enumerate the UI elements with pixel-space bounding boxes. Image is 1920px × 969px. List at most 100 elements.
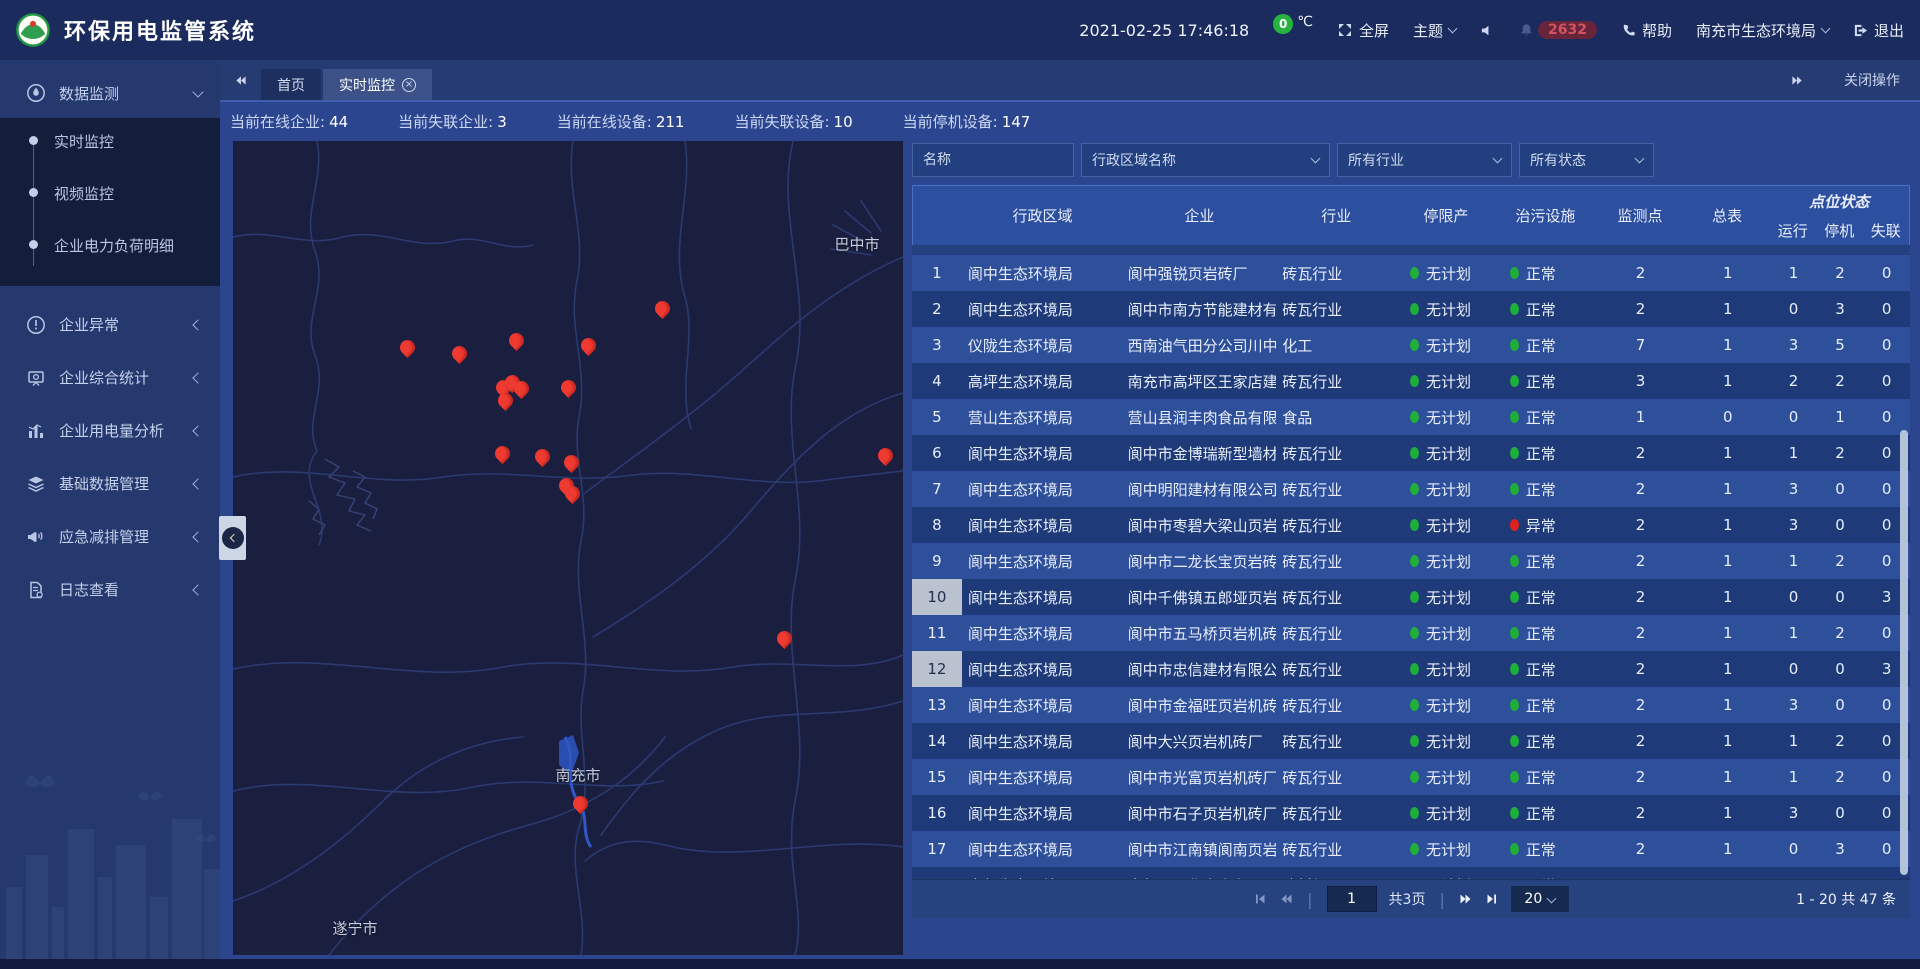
industry-filter-select[interactable]: 所有行业 [1337,143,1512,177]
close-operations-button[interactable]: 关闭操作 [1844,70,1900,90]
cell-plan: 无计划 [1426,587,1471,608]
chevron-left-icon [192,372,203,383]
last-page-icon [1485,892,1499,906]
cell-monitor: 2 [1596,831,1686,867]
table-row[interactable]: 12 阆中生态环境局 阆中市忠信建材有限公 砖瓦行业 无计划 正常 2 1 0 … [912,651,1910,687]
sidebar-item-enterprise-statistics[interactable]: 企业综合统计 [0,351,220,404]
cell-monitor: 2 [1596,255,1686,291]
sidebar-submenu-label: 视频监控 [54,183,114,204]
tab-home[interactable]: 首页 [261,69,321,100]
chevron-down-icon [1493,153,1503,163]
page-number-input[interactable] [1327,886,1377,912]
name-filter-input[interactable] [912,143,1074,177]
last-page-button[interactable] [1485,892,1499,906]
cell-stop: 2 [1817,255,1864,291]
sidebar-item-electricity-analysis[interactable]: 企业用电量分析 [0,404,220,457]
cell-company: 阆中千佛镇五郎垭页岩 [1122,579,1277,615]
fullscreen-button[interactable]: 全屏 [1337,20,1389,41]
row-index: 11 [912,615,962,651]
plan-status-dot [1410,303,1419,315]
org-dropdown[interactable]: 南充市生态环境局 [1696,20,1829,41]
cell-stop: 0 [1817,795,1864,831]
sidebar-submenu-item[interactable]: 视频监控 [0,176,220,228]
tab-close-icon[interactable]: × [402,78,416,92]
table-row[interactable]: 1 阆中生态环境局 阆中强锐页岩砖厂 砖瓦行业 无计划 正常 2 1 1 2 0 [912,255,1910,291]
table-row[interactable]: 10 阆中生态环境局 阆中千佛镇五郎垭页岩 砖瓦行业 无计划 正常 2 1 0 … [912,579,1910,615]
sidebar-submenu-item[interactable]: 实时监控 [0,124,220,176]
status-metric: 当前停机设备:147 [903,111,1031,132]
sidebar-item-enterprise-abnormal[interactable]: 企业异常 [0,298,220,351]
cell-industry: 砖瓦行业 [1276,687,1396,723]
next-page-button[interactable] [1459,892,1473,906]
mute-button[interactable] [1480,23,1495,38]
map-panel[interactable]: 巴中市南充市遂宁市 [233,141,903,955]
table-row[interactable]: 6 阆中生态环境局 阆中市金博瑞新型墙材 砖瓦行业 无计划 正常 2 1 1 2… [912,435,1910,471]
cell-stop: 2 [1817,435,1864,471]
table-row[interactable]: 14 阆中生态环境局 阆中大兴页岩机砖厂 砖瓦行业 无计划 正常 2 1 1 2… [912,723,1910,759]
notifications-button[interactable]: 2632 [1519,21,1597,39]
sidebar-item-basic-data[interactable]: 基础数据管理 [0,457,220,510]
table-row[interactable]: 16 阆中生态环境局 阆中市石子页岩机砖厂 砖瓦行业 无计划 正常 2 1 3 … [912,795,1910,831]
cell-plan: 无计划 [1426,371,1471,392]
notification-count-badge: 2632 [1538,21,1597,39]
sidebar-item-emergency-reduction[interactable]: 应急减排管理 [0,510,220,563]
tabs-scroll-right-button[interactable] [1777,60,1818,100]
app-title: 环保用电监管系统 [64,14,256,46]
theme-dropdown[interactable]: 主题 [1413,20,1456,41]
app-logo [16,13,50,47]
page-size-select[interactable]: 20 [1511,886,1569,912]
sidebar-item-log-view[interactable]: 日志查看 [0,563,220,616]
first-page-button[interactable] [1253,892,1267,906]
chevron-down-icon [1635,153,1645,163]
cell-company: 阆中大兴页岩机砖厂 [1122,723,1277,759]
cell-run: 3 [1770,795,1817,831]
cell-facility: 正常 [1526,839,1556,860]
double-left-arrow-icon [234,74,247,87]
status-metric: 当前在线企业:44 [230,111,348,132]
cell-region: 阆中生态环境局 [962,687,1122,723]
facility-status-dot [1510,735,1519,747]
cell-plan: 无计划 [1426,695,1471,716]
cell-stop: 1 [1817,399,1864,435]
cell-industry: 砖瓦行业 [1276,723,1396,759]
sidebar-item-data-monitoring[interactable]: 数据监测 [0,68,220,118]
table-row[interactable]: 13 阆中生态环境局 阆中市金福旺页岩机砖 砖瓦行业 无计划 正常 2 1 3 … [912,687,1910,723]
chevron-down-icon [1547,893,1557,903]
table-row[interactable]: 11 阆中生态环境局 阆中市五马桥页岩机砖 砖瓦行业 无计划 正常 2 1 1 … [912,615,1910,651]
plan-status-dot [1410,699,1419,711]
footer-strip [0,959,1920,969]
cell-run: 1 [1770,615,1817,651]
cell-region: 阆中生态环境局 [962,651,1122,687]
cell-meter: 1 [1685,255,1770,291]
table-row[interactable]: 15 阆中生态环境局 阆中市光富页岩机砖厂 砖瓦行业 无计划 正常 2 1 1 … [912,759,1910,795]
cell-region: 阆中生态环境局 [962,507,1122,543]
cell-company: 营山县润丰肉食品有限 [1122,399,1277,435]
table-row[interactable]: 4 高坪生态环境局 南充市高坪区王家店建 砖瓦行业 无计划 正常 3 1 2 2… [912,363,1910,399]
table-row[interactable]: 17 阆中生态环境局 阆中市江南镇阆南页岩 砖瓦行业 无计划 正常 2 1 0 … [912,831,1910,867]
table-row[interactable]: 8 阆中生态环境局 阆中市枣碧大梁山页岩 砖瓦行业 无计划 异常 2 1 3 0… [912,507,1910,543]
tab-realtime-monitoring[interactable]: 实时监控 × [323,69,432,100]
table-row[interactable]: 2 阆中生态环境局 阆中市南方节能建材有 砖瓦行业 无计划 正常 2 1 0 3… [912,291,1910,327]
cell-stop: 0 [1817,471,1864,507]
cell-plan: 无计划 [1426,731,1471,752]
table-row[interactable]: 3 仪陇生态环境局 西南油气田分公司川中 化工 无计划 正常 7 1 3 5 0 [912,327,1910,363]
status-filter-select[interactable]: 所有状态 [1519,143,1654,177]
prev-page-button[interactable] [1279,892,1293,906]
table-row[interactable]: 9 阆中生态环境局 阆中市二龙长宝页岩砖 砖瓦行业 无计划 正常 2 1 1 2… [912,543,1910,579]
table-row[interactable]: 7 阆中生态环境局 阆中明阳建材有限公司 砖瓦行业 无计划 正常 2 1 3 0… [912,471,1910,507]
sidebar-submenu: 实时监控 视频监控 企业电力负荷明细 [0,118,220,286]
region-filter-select[interactable]: 行政区域名称 [1081,143,1330,177]
plan-status-dot [1410,591,1419,603]
map-panel-collapse-button[interactable] [219,516,246,560]
sidebar-submenu-item[interactable]: 企业电力负荷明细 [0,228,220,280]
cell-monitor: 2 [1596,759,1686,795]
tabs-scroll-left-button[interactable] [220,60,261,100]
facility-status-dot [1510,483,1519,495]
table-scrollbar[interactable] [1900,430,1908,875]
table-row[interactable]: 18 南部生态环境局 南部县砚华土陶有限公 建材加工 无计划 正常 6 0 0 … [912,867,1910,879]
facility-status-dot [1510,519,1519,531]
help-button[interactable]: 帮助 [1621,20,1672,41]
cell-region: 仪陇生态环境局 [962,327,1122,363]
table-row[interactable]: 5 营山生态环境局 营山县润丰肉食品有限 食品 无计划 正常 1 0 0 1 0 [912,399,1910,435]
logout-button[interactable]: 退出 [1853,20,1904,41]
